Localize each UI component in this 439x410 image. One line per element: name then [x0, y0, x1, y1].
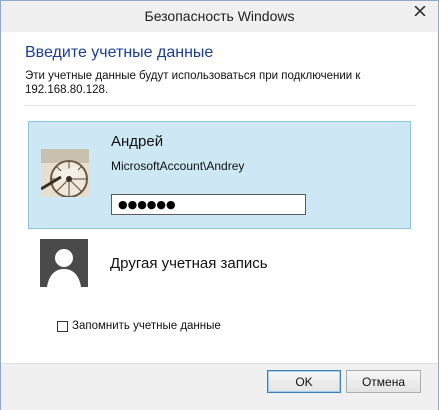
security-dialog: Безопасность Windows Введите учетные дан…	[0, 0, 439, 410]
other-account-tile[interactable]: Другая учетная запись	[28, 235, 411, 295]
separator	[25, 105, 415, 106]
user-account: MicrosoftAccount\Andrey	[111, 159, 245, 173]
remember-checkbox[interactable]	[57, 320, 68, 332]
button-bar: OK Отмена	[1, 363, 438, 410]
user-name: Андрей	[111, 133, 164, 150]
password-field[interactable]	[111, 194, 306, 215]
user-silhouette-icon	[40, 239, 88, 287]
ok-button[interactable]: OK	[267, 370, 341, 393]
remember-credentials[interactable]: Запомнить учетные данные	[57, 320, 221, 332]
user-tile-selected[interactable]: Андрей MicrosoftAccount\Andrey	[28, 121, 411, 229]
dialog-heading: Введите учетные данные	[25, 44, 214, 61]
other-account-label: Другая учетная запись	[110, 255, 268, 272]
remember-label: Запомнить учетные данные	[72, 320, 221, 332]
close-button[interactable]	[406, 1, 434, 21]
window-title: Безопасность Windows	[144, 8, 295, 24]
title-bar: Безопасность Windows	[1, 1, 438, 32]
close-icon	[414, 6, 426, 16]
user-photo	[41, 149, 89, 197]
dialog-description: Эти учетные данные будут использоваться …	[25, 70, 361, 96]
cancel-button[interactable]: Отмена	[346, 370, 421, 393]
